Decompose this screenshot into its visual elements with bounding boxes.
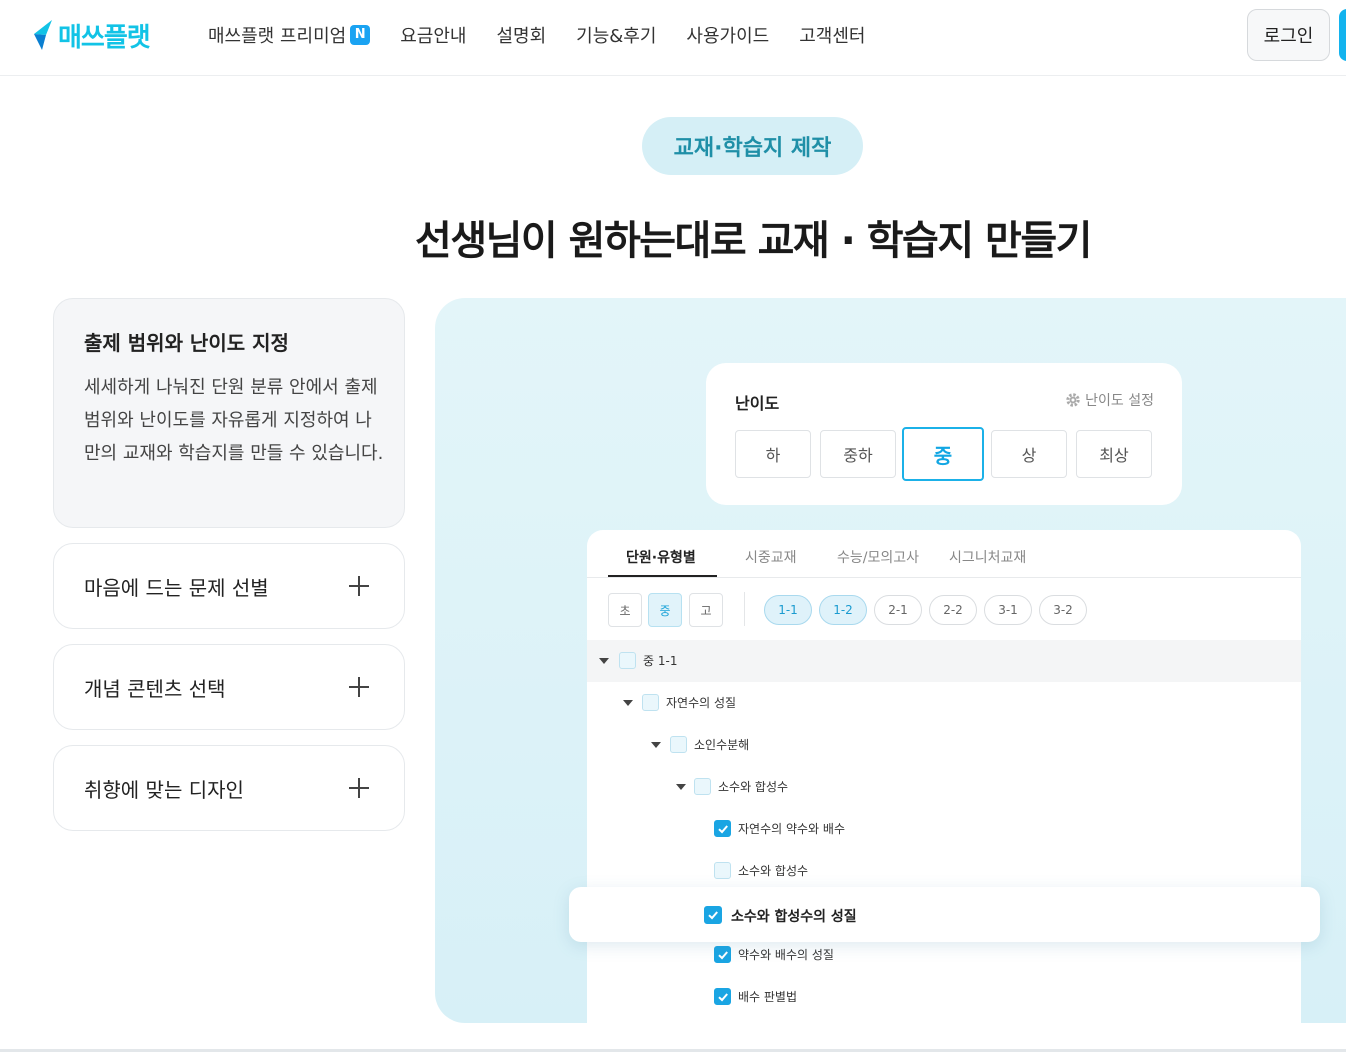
feature-title: 출제 범위와 난이도 지정	[84, 331, 289, 355]
feature-accordion-design[interactable]: 취향에 맞는 디자인	[53, 745, 405, 831]
tree-row[interactable]: 소수와 합성수	[587, 766, 1301, 808]
school-level-elementary[interactable]: 초	[608, 593, 642, 627]
nav-support[interactable]: 고객센터	[799, 22, 865, 48]
nav-guide[interactable]: 사용가이드	[686, 22, 769, 48]
difficulty-setting-label: 난이도 설정	[1085, 393, 1154, 409]
tab-divider	[587, 577, 1301, 578]
nav-features[interactable]: 기능&후기	[576, 22, 656, 48]
check-icon	[718, 825, 728, 834]
new-badge: N	[350, 25, 371, 45]
tree-row[interactable]: 자연수의 약수와 배수	[587, 808, 1301, 850]
difficulty-btn-high[interactable]: 상	[991, 430, 1067, 478]
tree-row-label: 소수와 합성수의 성질	[731, 909, 857, 925]
nav-premium-label: 매쓰플랫 프리미엄	[208, 26, 347, 47]
difficulty-btn-low[interactable]: 하	[735, 430, 811, 478]
check-icon	[718, 951, 728, 960]
logo[interactable]: 매쓰플랫	[32, 17, 151, 53]
caret-down-icon[interactable]	[599, 658, 609, 664]
school-level-high[interactable]: 고	[689, 593, 723, 627]
grade-chip[interactable]: 2-2	[929, 595, 977, 625]
top-header: 매쓰플랫 매쓰플랫 프리미엄 N 요금안내 설명회 기능&후기 사용가이드 고객…	[0, 0, 1346, 76]
tree-row[interactable]: 소수와 합성수	[587, 850, 1301, 892]
plus-icon[interactable]	[348, 575, 370, 597]
feature-accordion-range[interactable]: 출제 범위와 난이도 지정 세세하게 나눠진 단원 분류 안에서 출제 범위와 …	[53, 298, 405, 528]
checkbox-checked[interactable]	[714, 820, 731, 837]
grade-chip[interactable]: 2-1	[874, 595, 922, 625]
nav-pricing[interactable]: 요금안내	[400, 22, 466, 48]
nav-premium[interactable]: 매쓰플랫 프리미엄 N	[208, 22, 371, 48]
caret-down-icon[interactable]	[676, 784, 686, 790]
login-button[interactable]: 로그인	[1247, 9, 1330, 61]
checkbox-checked[interactable]	[714, 988, 731, 1005]
tree-row-label: 중 1-1	[643, 654, 678, 668]
tree-row-label: 배수 판별법	[738, 990, 798, 1004]
logo-text: 매쓰플랫	[58, 22, 151, 53]
feature-title: 취향에 맞는 디자인	[84, 778, 244, 802]
tree-row-label: 소수와 합성수	[738, 864, 809, 878]
difficulty-setting-link[interactable]: 난이도 설정	[1065, 390, 1154, 410]
tree-row-label: 약수와 배수의 성질	[738, 948, 834, 962]
difficulty-btn-mid[interactable]: 중	[902, 427, 984, 481]
signup-button-edge[interactable]	[1339, 9, 1346, 61]
plus-icon[interactable]	[348, 676, 370, 698]
gear-icon	[1066, 393, 1080, 407]
checkbox[interactable]	[714, 862, 731, 879]
grade-chip[interactable]: 3-2	[1039, 595, 1087, 625]
tab-signature-books[interactable]: 시그니처교재	[949, 547, 1026, 567]
grade-chip[interactable]: 1-1	[764, 595, 812, 625]
caret-down-icon[interactable]	[651, 742, 661, 748]
feature-title: 개념 콘텐츠 선택	[84, 677, 226, 701]
tab-unit-type[interactable]: 단원·유형별	[626, 547, 696, 567]
grade-chip[interactable]: 1-2	[819, 595, 867, 625]
tab-mock-exam[interactable]: 수능/모의고사	[837, 547, 919, 567]
tree-row-label: 자연수의 성질	[666, 696, 737, 710]
feature-accordion-select[interactable]: 마음에 드는 문제 선별	[53, 543, 405, 629]
plus-icon[interactable]	[348, 777, 370, 799]
checkbox[interactable]	[694, 778, 711, 795]
section-headline: 선생님이 원하는대로 교재 · 학습지 만들기	[415, 218, 1092, 264]
check-icon	[708, 911, 718, 920]
tree-row[interactable]: 배수 판별법	[587, 976, 1301, 1018]
filter-divider	[744, 592, 745, 626]
nav-seminar[interactable]: 설명회	[496, 22, 546, 48]
feature-title: 마음에 드는 문제 선별	[84, 576, 269, 600]
school-level-middle[interactable]: 중	[648, 593, 682, 627]
tree-row[interactable]: 소인수분해	[587, 724, 1301, 766]
feature-description: 세세하게 나눠진 단원 분류 안에서 출제 범위와 난이도를 자유롭게 지정하여…	[84, 377, 384, 464]
tree-row-label: 소인수분해	[694, 738, 750, 752]
checkbox-checked[interactable]	[704, 906, 722, 924]
difficulty-card: 난이도 난이도 설정 하 중하 중 상 최상	[706, 363, 1182, 505]
tab-market-books[interactable]: 시중교재	[745, 547, 797, 567]
section-pill: 교재·학습지 제작	[642, 117, 863, 175]
logo-icon	[34, 20, 52, 50]
difficulty-btn-top[interactable]: 최상	[1076, 430, 1152, 478]
highlighted-tree-row[interactable]: 소수와 합성수의 성질	[569, 887, 1320, 942]
tree-row[interactable]: 중 1-1	[587, 640, 1301, 682]
difficulty-title: 난이도	[735, 394, 780, 413]
checkbox[interactable]	[642, 694, 659, 711]
checkbox[interactable]	[619, 652, 636, 669]
feature-accordion-concept[interactable]: 개념 콘텐츠 선택	[53, 644, 405, 730]
caret-down-icon[interactable]	[623, 700, 633, 706]
unit-tree-card: 단원·유형별 시중교재 수능/모의고사 시그니처교재 초 중 고 1-1 1-2…	[587, 530, 1301, 1023]
checkbox-checked[interactable]	[714, 946, 731, 963]
check-icon	[718, 993, 728, 1002]
checkbox[interactable]	[670, 736, 687, 753]
tree-row[interactable]: 자연수의 성질	[587, 682, 1301, 724]
difficulty-btn-midlow[interactable]: 중하	[820, 430, 896, 478]
tree-row-label: 자연수의 약수와 배수	[738, 822, 845, 836]
grade-chip[interactable]: 3-1	[984, 595, 1032, 625]
tree-row-label: 소수와 합성수	[718, 780, 789, 794]
main-nav: 매쓰플랫 프리미엄 N 요금안내 설명회 기능&후기 사용가이드 고객센터	[208, 22, 895, 48]
